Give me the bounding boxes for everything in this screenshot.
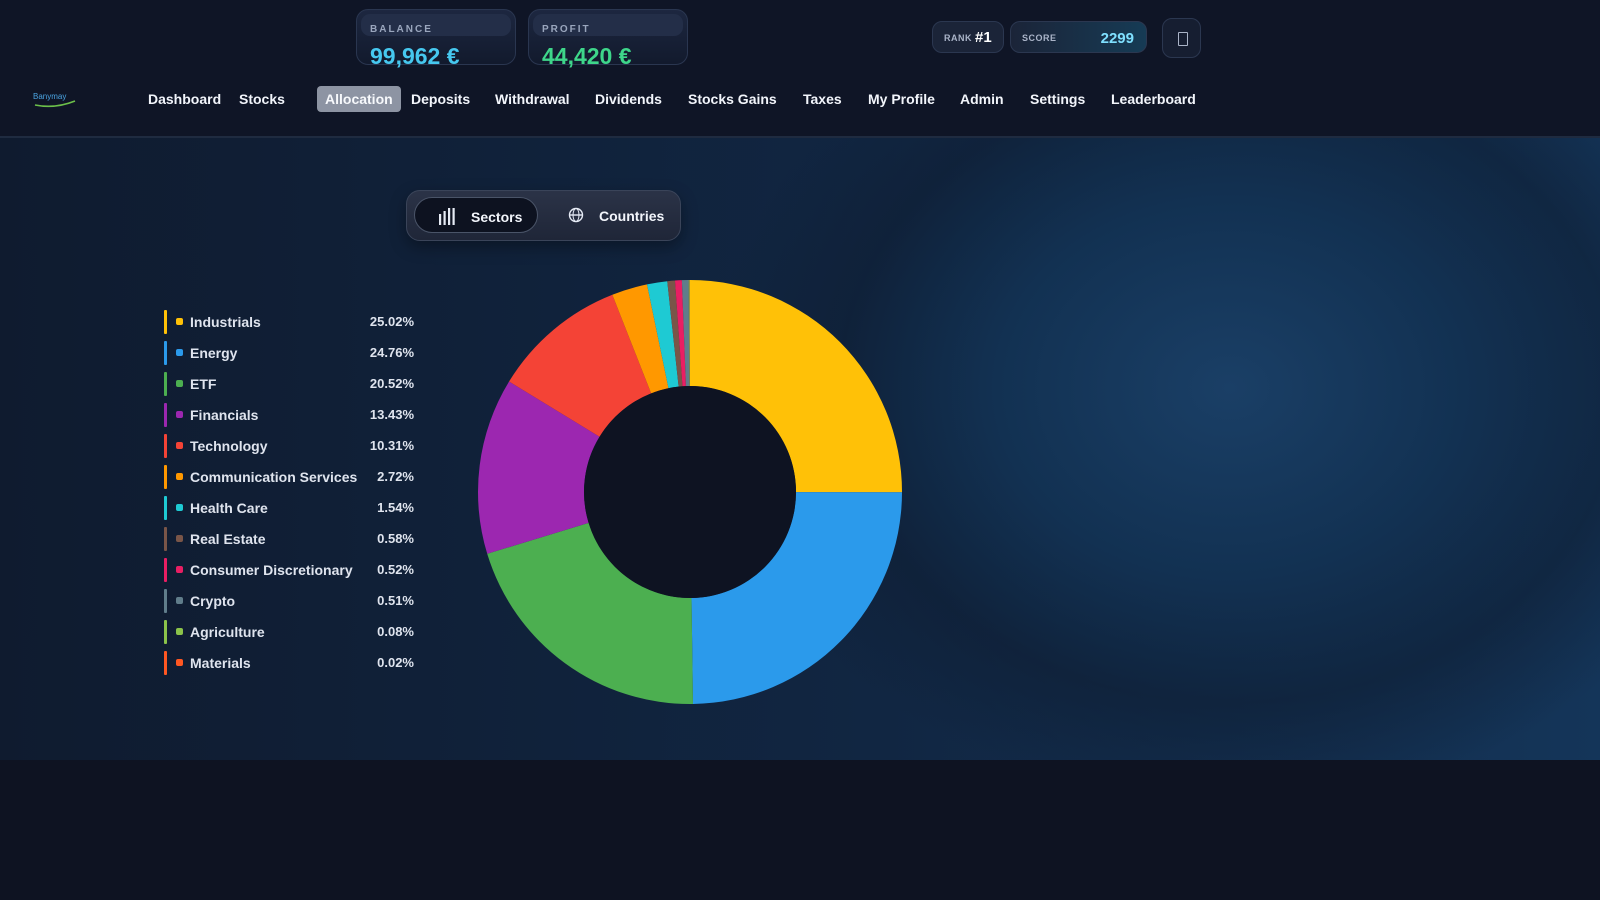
nav-item-dividends[interactable]: Dividends (587, 86, 670, 112)
legend-item: Energy 24.76% (164, 341, 414, 365)
legend-color-dot (176, 628, 183, 635)
legend-label: Consumer Discretionary (190, 562, 353, 578)
legend-color-dot (176, 473, 183, 480)
legend-percentage: 24.76% (369, 345, 414, 360)
legend-label: Energy (190, 345, 238, 361)
legend-color-bar (164, 310, 167, 334)
legend-percentage: 1.54% (377, 500, 414, 515)
legend-percentage: 20.52% (369, 376, 414, 391)
legend-percentage: 25.02% (369, 314, 414, 329)
legend-percentage: 0.58% (377, 531, 414, 546)
legend-color-dot (176, 566, 183, 573)
legend-label: Industrials (190, 314, 261, 330)
panel-icon (1178, 32, 1188, 46)
legend-percentage: 10.31% (369, 438, 414, 453)
rank-label: RANK (944, 33, 972, 43)
legend-color-dot (176, 380, 183, 387)
nav-item-leaderboard[interactable]: Leaderboard (1103, 86, 1204, 112)
legend-color-dot (176, 535, 183, 542)
legend-percentage: 0.08% (377, 624, 414, 639)
legend-color-dot (176, 659, 183, 666)
legend-label: Technology (190, 438, 268, 454)
nav-item-my-profile[interactable]: My Profile (860, 86, 943, 112)
legend-label: Communication Services (190, 469, 358, 485)
tab-sectors[interactable]: Sectors (414, 197, 538, 233)
legend-percentage: 13.43% (369, 407, 414, 422)
legend-color-bar (164, 589, 167, 613)
legend-item: ETF 20.52% (164, 372, 414, 396)
view-toggle: Sectors Countries (406, 190, 681, 241)
legend-percentage: 0.52% (377, 562, 414, 577)
nav-item-settings[interactable]: Settings (1022, 86, 1093, 112)
legend-color-bar (164, 620, 167, 644)
profit-value: 44,420 € (542, 43, 632, 69)
nav-item-dashboard[interactable]: Dashboard (140, 86, 229, 112)
nav-item-stocks[interactable]: Stocks (231, 86, 293, 112)
legend-color-dot (176, 597, 183, 604)
legend-item: Consumer Discretionary 0.52% (164, 558, 414, 582)
legend-item: Communication Services 2.72% (164, 465, 414, 489)
legend-percentage: 0.02% (377, 655, 414, 670)
legend-item: Real Estate 0.58% (164, 527, 414, 551)
legend-color-bar (164, 341, 167, 365)
profit-label: PROFIT (542, 24, 591, 35)
rank-badge: RANK #1 (932, 21, 1004, 53)
score-value: 2299 (1100, 30, 1134, 47)
nav-item-allocation[interactable]: Allocation (317, 86, 401, 112)
score-badge: SCORE 2299 (1010, 21, 1147, 53)
nav-item-withdrawal[interactable]: Withdrawal (487, 86, 578, 112)
legend-color-bar (164, 651, 167, 675)
legend-label: Real Estate (190, 531, 266, 547)
legend-label: Financials (190, 407, 259, 423)
legend-label: Agriculture (190, 624, 265, 640)
legend-color-bar (164, 527, 167, 551)
balance-card: BALANCE 99,962 € (356, 9, 516, 69)
nav-item-deposits[interactable]: Deposits (403, 86, 478, 112)
tab-countries-label: Countries (599, 208, 665, 224)
legend-item: Financials 13.43% (164, 403, 414, 427)
rank-value: #1 (975, 29, 992, 46)
profit-card: PROFIT 44,420 € (528, 9, 688, 69)
logo[interactable]: Banymay (33, 92, 77, 112)
legend-color-dot (176, 349, 183, 356)
legend-color-dot (176, 411, 183, 418)
donut-hole (584, 386, 796, 598)
balance-label: BALANCE (370, 24, 433, 35)
legend-color-bar (164, 372, 167, 396)
bar-chart-icon (439, 208, 455, 225)
panel-toggle-button[interactable] (1162, 18, 1201, 58)
legend-label: Materials (190, 655, 251, 671)
globe-icon (568, 207, 584, 223)
nav-item-stocks-gains[interactable]: Stocks Gains (680, 86, 785, 112)
legend-item: Health Care 1.54% (164, 496, 414, 520)
legend-percentage: 0.51% (377, 593, 414, 608)
legend-percentage: 2.72% (377, 469, 414, 484)
legend-label: ETF (190, 376, 217, 392)
legend-color-bar (164, 434, 167, 458)
legend-color-bar (164, 465, 167, 489)
legend-color-dot (176, 504, 183, 511)
legend-color-dot (176, 318, 183, 325)
legend-color-bar (164, 496, 167, 520)
legend-color-dot (176, 442, 183, 449)
balance-value: 99,962 € (370, 43, 460, 69)
allocation-donut-chart (478, 280, 902, 704)
top-bar: BALANCE 99,962 € PROFIT 44,420 € RANK #1… (0, 0, 1600, 138)
legend-color-bar (164, 558, 167, 582)
logo-swoosh-icon (34, 100, 76, 108)
tab-countries[interactable]: Countries (553, 197, 675, 233)
legend-item: Technology 10.31% (164, 434, 414, 458)
legend-label: Crypto (190, 593, 236, 609)
nav-item-taxes[interactable]: Taxes (795, 86, 850, 112)
nav-item-admin[interactable]: Admin (952, 86, 1012, 112)
legend-item: Crypto 0.51% (164, 589, 414, 613)
legend-color-bar (164, 403, 167, 427)
tab-sectors-label: Sectors (471, 209, 523, 225)
legend-item: Industrials 25.02% (164, 310, 414, 334)
legend-label: Health Care (190, 500, 268, 516)
score-label: SCORE (1022, 33, 1057, 43)
legend-item: Materials 0.02% (164, 651, 414, 675)
legend-item: Agriculture 0.08% (164, 620, 414, 644)
